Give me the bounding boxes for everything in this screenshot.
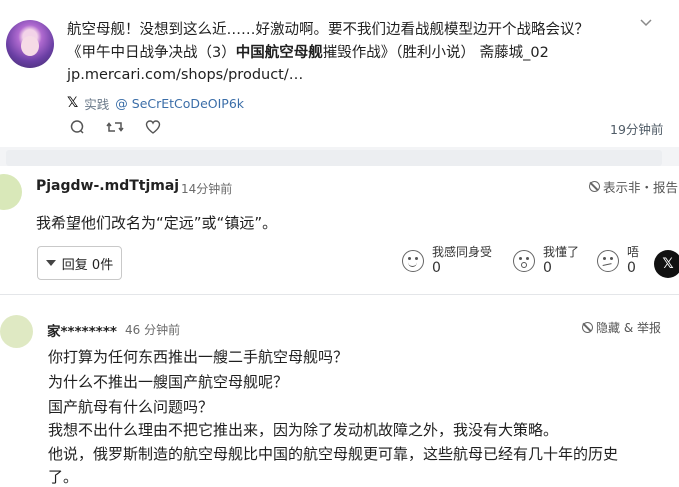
post-actions — [67, 117, 163, 137]
post-card: 航空母舰！没想到这么近……好激动啊。要不我们边看战舰模型边开个战略会议？ 《甲午… — [0, 0, 679, 147]
smile-icon — [402, 250, 424, 272]
comment-author[interactable]: Pjagdw-.mdTtjmaj — [36, 178, 179, 194]
chevron-down-icon[interactable] — [640, 16, 652, 30]
next-card-edge — [6, 150, 662, 166]
ban-icon — [582, 322, 593, 333]
source-label: 实践 — [84, 96, 110, 112]
comment-time: 46 分钟前 — [125, 323, 181, 337]
like-icon[interactable] — [143, 117, 163, 137]
reaction-count: 0 — [543, 260, 552, 276]
avatar[interactable] — [0, 174, 22, 210]
repost-icon[interactable] — [105, 117, 125, 137]
comment-2: 家******** 46 分钟前 隐藏 & 举报 你打算为任何东西推出一艘二手航… — [0, 295, 679, 487]
surprised-icon — [513, 250, 535, 272]
post-link[interactable]: jp.mercari.com/shops/product/… — [67, 65, 303, 85]
caret-down-icon — [45, 260, 56, 266]
reaction-empathy[interactable]: 我感同身受 0 — [402, 244, 492, 276]
comment-icon[interactable] — [67, 117, 87, 137]
comment-1: Pjagdw-.mdTtjmaj 14分钟前 表示非・报告 我希望他们改名为“定… — [0, 166, 679, 294]
comment-time: 14分钟前 — [181, 182, 233, 196]
post-time: 19分钟前 — [610, 122, 664, 137]
comment-body-line: 国产航母有什么问题吗？ — [48, 398, 214, 416]
comment-body-line: 我想不出什么理由不把它推出来，因为除了发动机故障之外，我没有大策略。 — [48, 421, 559, 439]
post-link-text[interactable]: jp.mercari.com/shops/product/… — [67, 67, 303, 83]
ban-icon — [589, 181, 600, 192]
x-icon: 𝕏 — [67, 95, 79, 111]
comment-body-line: 你打算为任何东西推出一艘二手航空母舰吗？ — [48, 348, 349, 366]
reaction-count: 0 — [627, 260, 636, 276]
post-text-line-2: 《甲午中日战争决战（3）中国航空母舰摧毁作战》（胜利小说） 斋藤城_02 — [67, 43, 549, 63]
reaction-understood[interactable]: 我懂了 0 — [513, 244, 579, 276]
comment-body-line: 他说，俄罗斯制造的航空母舰比中国的航空母舰更可靠，这些航母已经有几十年的历史 — [48, 445, 619, 463]
post-text-suffix: 摧毁作战》（胜利小说） 斋藤城_02 — [322, 45, 549, 61]
confused-icon — [597, 250, 619, 272]
hide-report-label: 隐藏 & 举报 — [596, 321, 661, 335]
reaction-hmm[interactable]: 唔0 — [597, 244, 639, 276]
reply-label: 回复 0件 — [61, 257, 114, 273]
comment-author[interactable]: 家******** — [47, 320, 117, 340]
reply-button[interactable]: 回复 0件 — [37, 246, 122, 280]
reaction-label: 我感同身受 — [432, 245, 493, 259]
hide-report-button[interactable]: 表示非・报告 — [589, 177, 678, 196]
comment-body-line: 为什么不推出一艘国产航空母舰呢？ — [48, 373, 289, 391]
post-source[interactable]: 𝕏 实践 @ SeCrEtCoDeOIP6k — [67, 93, 244, 113]
comment-body: 我希望他们改名为“定远”或“镇远”。 — [36, 214, 278, 232]
post-avatar[interactable] — [6, 20, 54, 68]
reaction-count: 0 — [432, 260, 441, 276]
post-text-prefix: 《甲午中日战争决战（3） — [67, 45, 236, 61]
x-share-icon[interactable]: 𝕏 — [654, 250, 679, 278]
comment-body-line: 了。 — [48, 468, 79, 486]
hide-report-button[interactable]: 隐藏 & 举报 — [582, 319, 661, 336]
reaction-label: 我懂了 — [543, 245, 580, 259]
avatar[interactable] — [0, 315, 33, 348]
hide-report-label: 表示非・报告 — [603, 180, 679, 195]
source-handle[interactable]: @ SeCrEtCoDeOIP6k — [115, 96, 244, 111]
reaction-label: 唔 — [627, 245, 640, 259]
post-text-line-1: 航空母舰！没想到这么近……好激动啊。要不我们边看战舰模型边开个战略会议？ — [67, 22, 589, 38]
post-text-bold: 中国航空母舰 — [235, 45, 323, 61]
